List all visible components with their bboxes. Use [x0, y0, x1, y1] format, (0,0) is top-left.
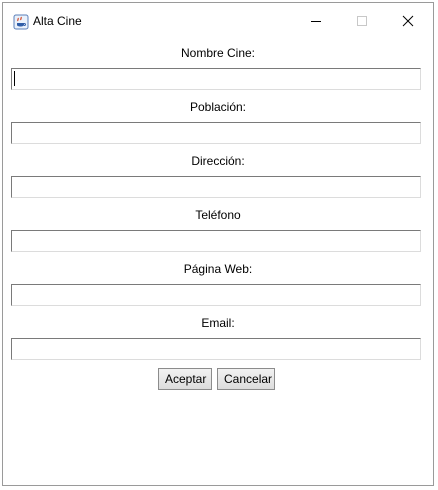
direccion-label: Dirección:	[191, 154, 245, 168]
java-cup-icon	[13, 14, 29, 30]
window-title: Alta Cine	[33, 14, 82, 28]
minimize-icon	[311, 21, 321, 22]
telefono-label: Teléfono	[195, 208, 241, 222]
title-bar[interactable]: Alta Cine	[3, 3, 433, 39]
telefono-field[interactable]	[11, 230, 421, 252]
aceptar-button[interactable]: Aceptar	[158, 368, 212, 390]
pagina-web-field[interactable]	[11, 284, 421, 306]
email-field[interactable]	[11, 338, 421, 360]
poblacion-field[interactable]	[11, 122, 421, 144]
close-icon	[402, 15, 414, 27]
email-label: Email:	[201, 316, 235, 330]
close-button[interactable]	[385, 3, 431, 39]
maximize-button[interactable]	[339, 3, 385, 39]
cancelar-button[interactable]: Cancelar	[217, 368, 275, 390]
text-caret	[14, 71, 15, 86]
poblacion-label: Población:	[189, 100, 247, 114]
app-window: Alta Cine Nombre Cine: Población: Direcc…	[2, 2, 434, 486]
pagina-web-label: Página Web:	[183, 262, 253, 276]
minimize-button[interactable]	[293, 3, 339, 39]
form-panel: Nombre Cine: Población: Dirección: Teléf…	[3, 39, 433, 485]
maximize-icon	[357, 16, 367, 26]
nombre-cine-label: Nombre Cine:	[180, 46, 256, 60]
direccion-field[interactable]	[11, 176, 421, 198]
nombre-cine-field[interactable]	[11, 68, 421, 90]
